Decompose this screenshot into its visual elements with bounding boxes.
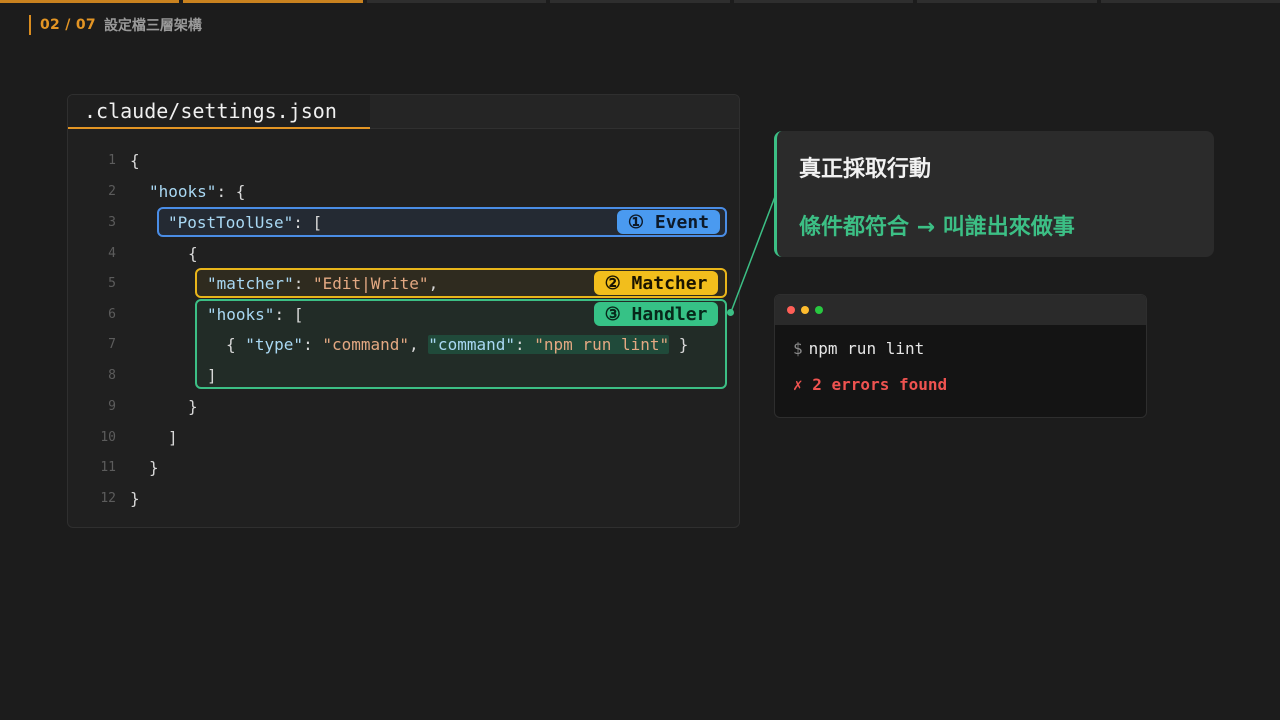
code-text: ,	[409, 334, 429, 354]
minimize-dot-icon	[801, 306, 809, 314]
code-text: : [	[274, 304, 304, 324]
code-line: 4 {	[68, 238, 739, 268]
terminal-command: npm run lint	[808, 339, 925, 358]
close-dot-icon	[787, 306, 795, 314]
terminal-prompt: $	[793, 339, 803, 358]
progress-segment	[550, 0, 730, 3]
code-text: {	[130, 150, 140, 170]
progress-segment	[0, 0, 180, 3]
json-key: "PostToolUse"	[168, 212, 294, 232]
code-line: 10 ]	[68, 422, 739, 452]
slide-progress-bar	[0, 0, 1280, 3]
code-text: :	[515, 334, 535, 354]
code-text: }	[669, 334, 689, 354]
code-text: : {	[216, 181, 246, 201]
line-number: 3	[108, 214, 116, 230]
code-text: : [	[293, 212, 323, 232]
code-line: 2 "hooks": {	[68, 176, 739, 206]
json-key: "hooks"	[207, 304, 275, 324]
code-text: :	[303, 334, 323, 354]
code-line: 12 }	[68, 483, 739, 513]
callout-subtitle: 條件都符合 → 叫誰出來做事	[799, 215, 1075, 240]
code-text: ]	[207, 365, 217, 385]
terminal-window: $ npm run lint ✗ 2 errors found	[774, 294, 1147, 418]
progress-segment	[1100, 0, 1280, 3]
code-editor: .claude/settings.json 1 { 2 "hooks": { 3…	[67, 94, 740, 528]
code-line: 8 ]	[68, 360, 739, 390]
code-line: 1 {	[68, 145, 739, 175]
line-number: 9	[108, 398, 116, 414]
code-text: ,	[428, 273, 439, 293]
slide-header: 02 / 07 設定檔三層架構	[29, 15, 202, 35]
line-number: 2	[108, 183, 116, 199]
code-line: 11 }	[68, 452, 739, 482]
code-text: {	[226, 334, 246, 354]
slide-counter: 02 / 07	[40, 17, 96, 33]
maximize-dot-icon	[815, 306, 823, 314]
command-highlight: "command": "npm run lint"	[428, 334, 670, 354]
editor-tab-settings-json[interactable]: .claude/settings.json	[68, 95, 370, 129]
progress-segment	[183, 0, 363, 3]
line-number: 4	[108, 245, 116, 261]
progress-segment	[366, 0, 547, 3]
json-string: "command"	[322, 334, 410, 354]
line-number: 1	[108, 152, 116, 168]
json-key: "matcher"	[207, 273, 294, 293]
code-text: ]	[168, 427, 178, 447]
code-line: 7 { "type": "command", "command": "npm r…	[68, 329, 739, 359]
event-badge: ① Event	[617, 210, 720, 234]
line-number: 11	[100, 459, 116, 475]
json-key: "hooks"	[149, 181, 217, 201]
callout-title: 真正採取行動	[799, 157, 932, 182]
line-number: 5	[108, 275, 116, 291]
line-number: 7	[108, 336, 116, 352]
progress-segment	[917, 0, 1097, 3]
handler-badge: ③ Handler	[594, 302, 718, 326]
progress-segment	[733, 0, 914, 3]
terminal-titlebar	[775, 295, 1146, 325]
connector-dot	[727, 309, 734, 316]
editor-tabbar: .claude/settings.json	[68, 95, 739, 129]
json-key: "type"	[245, 334, 304, 354]
matcher-badge: ② Matcher	[594, 271, 718, 295]
line-number: 10	[100, 429, 116, 445]
code-text: }	[188, 396, 198, 416]
slide-title: 設定檔三層架構	[103, 18, 202, 34]
handler-callout: 真正採取行動 條件都符合 → 叫誰出來做事	[774, 131, 1214, 257]
terminal-error-output: ✗ 2 errors found	[793, 375, 948, 394]
code-text: }	[149, 457, 159, 477]
terminal-command-line: $ npm run lint	[793, 339, 1128, 358]
line-number: 6	[108, 306, 116, 322]
code-text: {	[188, 243, 198, 263]
code-text: :	[293, 273, 313, 293]
line-number: 12	[100, 490, 116, 506]
code-line: 9 }	[68, 391, 739, 421]
json-key: "command"	[428, 334, 515, 354]
json-string: "npm run lint"	[534, 334, 670, 354]
json-string: "Edit|Write"	[312, 273, 429, 293]
code-text: }	[130, 488, 140, 508]
terminal-body: $ npm run lint ✗ 2 errors found	[775, 325, 1146, 408]
line-number: 8	[108, 367, 116, 383]
